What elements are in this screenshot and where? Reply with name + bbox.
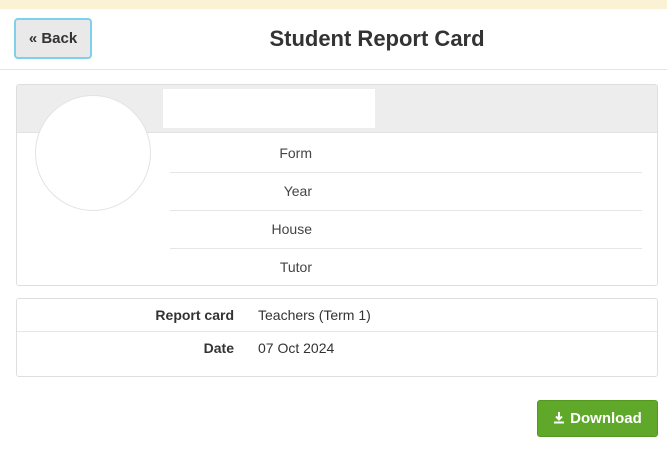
top-notice-strip (0, 0, 667, 9)
report-card-row: Report card Teachers (Term 1) (17, 299, 657, 332)
detail-row-year: Year (170, 172, 642, 211)
date-label: Date (203, 340, 234, 356)
avatar (35, 95, 151, 211)
year-label: Year (283, 183, 312, 199)
report-info-card: Report card Teachers (Term 1) Date 07 Oc… (16, 298, 658, 377)
house-label: House (271, 221, 312, 237)
detail-row-tutor: Tutor (170, 248, 642, 285)
page-title: Student Report Card (269, 26, 485, 51)
detail-row-house: House (170, 210, 642, 249)
download-label: Download (570, 410, 642, 427)
detail-row-form: Form (170, 134, 642, 173)
student-name-placeholder (163, 89, 375, 128)
report-card-label: Report card (155, 307, 234, 323)
student-profile-card: Form Year House Tutor (16, 84, 658, 286)
download-button[interactable]: Download (537, 400, 658, 437)
date-row: Date 07 Oct 2024 (17, 332, 657, 364)
date-value: 07 Oct 2024 (258, 340, 335, 356)
report-card-value: Teachers (Term 1) (258, 307, 371, 323)
back-button[interactable]: « Back (14, 18, 92, 59)
form-label: Form (279, 145, 312, 161)
tutor-label: Tutor (279, 259, 312, 275)
page-header: « Back Student Report Card (0, 9, 667, 70)
download-icon (553, 411, 565, 427)
